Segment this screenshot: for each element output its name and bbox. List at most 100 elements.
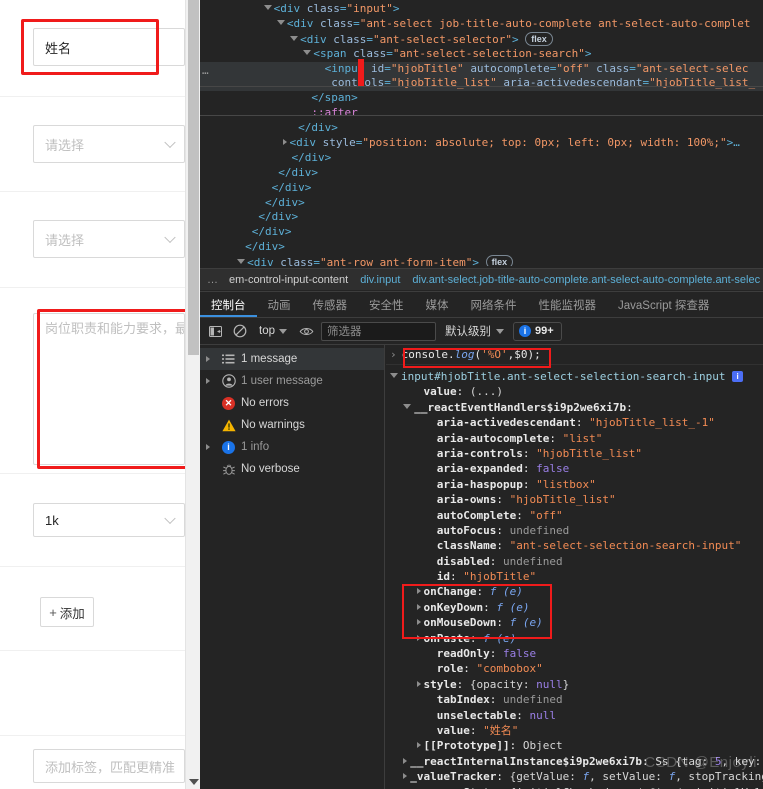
console-sidebar-item[interactable]: 1 user message	[200, 370, 384, 392]
console-log-entry[interactable]: input#hjobTitle.ant-select-selection-sea…	[386, 365, 763, 789]
dom-node-row[interactable]: </div>	[200, 196, 763, 211]
console-property-row[interactable]: aria-haspopup: "listbox"	[386, 477, 763, 492]
dom-node-row[interactable]: </div>	[200, 181, 763, 196]
dom-node-row[interactable]: ::after	[200, 106, 763, 121]
live-expression-icon[interactable]	[296, 321, 316, 341]
triangle-right-icon[interactable]	[206, 375, 216, 387]
triangle-down-icon[interactable]	[189, 779, 199, 785]
flex-badge[interactable]: flex	[485, 255, 514, 266]
dom-node-row[interactable]: … <input id="hjobTitle" autocomplete="of…	[200, 61, 763, 77]
select-field-1[interactable]: 请选择	[33, 125, 185, 163]
tag-input[interactable]: 添加标签，匹配更精准	[33, 749, 185, 783]
drawer-tab[interactable]: JavaScript 探查器	[607, 292, 720, 317]
drawer-tab-bar[interactable]: 控制台 动画 传感器 安全性 媒体 网络条件 性能监视器 JavaScript 探查器	[200, 291, 763, 317]
dom-node-row[interactable]: </div>	[200, 166, 763, 181]
triangle-down-icon[interactable]	[303, 49, 312, 55]
dom-node-row[interactable]: </div>	[200, 225, 763, 240]
drawer-tab[interactable]: 网络条件	[460, 292, 528, 317]
salary-select[interactable]: 1k	[33, 503, 185, 537]
triangle-right-icon[interactable]	[283, 139, 288, 146]
log-level-selector[interactable]: 默认级别	[441, 321, 508, 341]
console-sidebar-item[interactable]: No warnings	[200, 414, 384, 436]
console-filter-input[interactable]: 筛选器	[321, 321, 436, 341]
console-property-row[interactable]: aria-owns: "hjobTitle_list"	[386, 492, 763, 507]
triangle-right-icon[interactable]	[403, 757, 408, 764]
console-property-row[interactable]: id: "hjobTitle"	[386, 569, 763, 584]
panel-sidebar-icon[interactable]	[205, 321, 225, 341]
console-property-row[interactable]: style: {opacity: null}	[386, 677, 763, 692]
flex-badge[interactable]: flex	[525, 31, 553, 46]
breadcrumb-item[interactable]: …	[203, 274, 223, 286]
triangle-down-icon[interactable]	[237, 259, 246, 265]
node-info-icon[interactable]: i	[732, 371, 744, 382]
page-scrollbar[interactable]	[185, 0, 200, 789]
triangle-down-icon[interactable]	[403, 403, 412, 409]
console-property-row[interactable]: className: "ant-select-selection-search-…	[386, 538, 763, 553]
dom-node-row[interactable]: </span>	[200, 91, 763, 106]
console-sidebar-item[interactable]: i 1 info	[200, 436, 384, 458]
console-sidebar-item[interactable]: ✕ No errors	[200, 392, 384, 414]
drawer-tab[interactable]: 安全性	[358, 292, 415, 317]
triangle-down-icon[interactable]	[276, 19, 285, 25]
console-property-row[interactable]: aria-expanded: false	[386, 461, 763, 476]
console-property-row[interactable]: aria-controls: "hjobTitle_list"	[386, 446, 763, 461]
dom-node-row[interactable]: </div>	[200, 121, 763, 136]
console-property-row[interactable]: _wrapperState: {initialChecked: undefine…	[386, 785, 763, 789]
console-property-row[interactable]: disabled: undefined	[386, 554, 763, 569]
triangle-down-icon[interactable]	[263, 5, 272, 10]
dom-node-row[interactable]: <div class="ant-select job-title-auto-co…	[200, 17, 763, 32]
console-sidebar-item[interactable]: No verbose	[200, 458, 384, 480]
console-property-row[interactable]: value: (...)	[386, 384, 763, 399]
dom-node-row[interactable]: </div>	[200, 210, 763, 225]
console-property-row[interactable]: _valueTracker: {getValue: f, setValue: f…	[386, 769, 763, 784]
triangle-right-icon[interactable]	[416, 742, 421, 749]
job-title-input[interactable]: 姓名	[33, 28, 185, 66]
breadcrumb-item[interactable]: em-control-input-content	[223, 274, 354, 286]
console-sidebar[interactable]: 1 message 1 user message ✕ No errors No warn…	[200, 345, 385, 789]
triangle-right-icon[interactable]	[416, 680, 421, 687]
console-property-row[interactable]: autoComplete: "off"	[386, 508, 763, 523]
dom-node-row[interactable]: <div class="ant-row ant-form-item"> flex	[200, 255, 763, 266]
console-property-row[interactable]: readOnly: false	[386, 646, 763, 661]
console-property-row[interactable]: [[Prototype]]: Object	[386, 738, 763, 753]
dom-node-row[interactable]: <span class="ant-select-selection-search…	[200, 47, 763, 62]
issues-counter-button[interactable]: i 99+	[513, 321, 562, 341]
breadcrumb-item[interactable]: div.input	[354, 274, 406, 286]
console-property-row[interactable]: role: "combobox"	[386, 661, 763, 676]
dom-node-row[interactable]: </div>	[200, 240, 763, 255]
drawer-tab[interactable]: 控制台	[200, 292, 257, 317]
console-property-row[interactable]: __reactEventHandlers$i9p2we6xi7b:	[386, 400, 763, 415]
execution-context-selector[interactable]: top	[255, 321, 291, 341]
triangle-right-icon[interactable]	[206, 441, 216, 453]
triangle-down-icon[interactable]	[290, 35, 299, 41]
dom-node-row[interactable]: <div class="input">	[200, 2, 763, 17]
console-sidebar-item[interactable]: 1 message	[200, 348, 384, 370]
drawer-tab[interactable]: 动画	[257, 292, 302, 317]
add-button[interactable]: + 添加	[40, 597, 94, 627]
console-property-row[interactable]: value: "姓名"	[386, 723, 763, 738]
drawer-tab[interactable]: 性能监视器	[528, 292, 608, 317]
dom-node-row[interactable]: controls="hjobTitle_list" aria-activedes…	[200, 76, 763, 92]
triangle-down-icon[interactable]	[390, 373, 398, 378]
triangle-right-icon[interactable]	[206, 353, 216, 365]
triangle-right-icon[interactable]	[403, 773, 408, 780]
job-description-textarea[interactable]: 岗位职责和能力要求，最	[33, 313, 185, 465]
console-property-row[interactable]: autoFocus: undefined	[386, 523, 763, 538]
select-field-2[interactable]: 请选择	[33, 220, 185, 258]
console-property-row[interactable]: tabIndex: undefined	[386, 692, 763, 707]
console-property-row[interactable]: input#hjobTitle.ant-select-selection-sea…	[386, 369, 763, 384]
console-toolbar[interactable]: top 筛选器 默认级别 i 99+	[200, 317, 763, 344]
console-output[interactable]: › console.log('%O',$0); input#hjobTitle.…	[386, 345, 763, 789]
drawer-tab[interactable]: 媒体	[415, 292, 460, 317]
breadcrumb[interactable]: … em-control-input-content div.input div.an…	[200, 268, 763, 290]
clear-console-icon[interactable]	[230, 321, 250, 341]
console-property-row[interactable]: __reactInternalInstance$i9p2we6xi7b: Ss …	[386, 754, 763, 769]
drawer-tab[interactable]: 传感器	[302, 292, 359, 317]
dom-node-row[interactable]: </div>	[200, 151, 763, 166]
dom-node-row[interactable]: <div style="position: absolute; top: 0px…	[200, 136, 763, 151]
dom-node-row[interactable]: <div class="ant-select-selector"> flex	[200, 31, 763, 47]
console-property-row[interactable]: unselectable: null	[386, 708, 763, 723]
page-scrollbar-thumb[interactable]	[188, 0, 199, 355]
breadcrumb-item[interactable]: div.ant-select.job-title-auto-complete.a…	[406, 274, 763, 286]
console-property-row[interactable]: aria-activedescendant: "hjobTitle_list_-…	[386, 415, 763, 430]
